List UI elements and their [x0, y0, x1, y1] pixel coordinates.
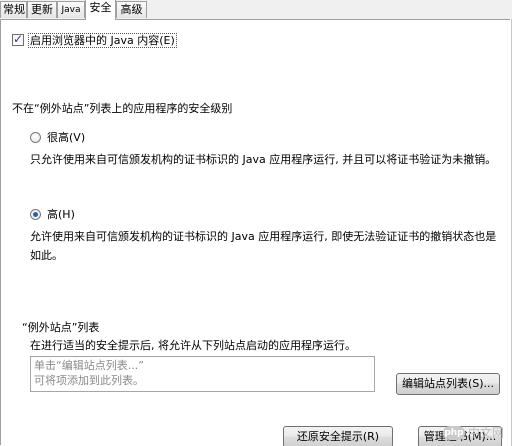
- tab-java[interactable]: Java: [57, 1, 85, 18]
- edit-site-list-button[interactable]: 编辑站点列表(S)...: [396, 373, 500, 395]
- tab-security[interactable]: 安全: [85, 0, 116, 20]
- tab-general[interactable]: 常规: [0, 1, 27, 18]
- tab-strip: 常规 更新 Java 安全 高级: [0, 0, 512, 20]
- restore-security-prompts-button[interactable]: 还原安全提示(R): [283, 426, 393, 446]
- radio-very-high-label[interactable]: 很高(V): [47, 129, 85, 145]
- radio-high-label[interactable]: 高(H): [47, 206, 75, 222]
- watermark: php 中文网: [442, 424, 504, 441]
- list-hint-line-1: 单击“编辑站点列表...”: [34, 359, 144, 372]
- enable-java-checkbox[interactable]: ✓: [12, 32, 24, 46]
- exception-sites-heading: “例外站点”列表: [22, 321, 100, 334]
- enable-java-label[interactable]: 启用浏览器中的 Java 内容(E): [28, 32, 177, 48]
- radio-high[interactable]: [30, 208, 41, 220]
- radio-very-high[interactable]: [30, 131, 41, 143]
- radio-very-high-row[interactable]: 很高(V): [30, 130, 85, 144]
- java-control-panel-window: 常规 更新 Java 安全 高级 ✓ 启用浏览器中的 Java 内容(E) 不在…: [0, 0, 512, 446]
- high-description: 允许使用来自可信颁发机构的证书标识的 Java 应用程序运行, 即使无法验证证书…: [30, 230, 497, 262]
- tab-advanced[interactable]: 高级: [116, 1, 147, 18]
- security-level-heading: 不在“例外站点”列表上的应用程序的安全级别: [12, 102, 233, 115]
- exception-sites-list[interactable]: 单击“编辑站点列表...” 可将项添加到此列表。: [30, 356, 375, 392]
- exception-sites-description: 在进行适当的安全提示后, 将允许从下列站点启动的应用程序运行。: [30, 339, 356, 352]
- tab-update[interactable]: 更新: [27, 1, 57, 18]
- checkmark-icon: ✓: [13, 32, 24, 46]
- watermark-text: 中文网: [467, 426, 504, 440]
- php-logo-icon: php: [442, 425, 465, 440]
- radio-high-row[interactable]: 高(H): [30, 207, 75, 221]
- very-high-description: 只允许使用来自可信颁发机构的证书标识的 Java 应用程序运行, 并且可以将证书…: [30, 153, 497, 166]
- enable-java-checkbox-row[interactable]: ✓ 启用浏览器中的 Java 内容(E): [12, 32, 177, 48]
- list-hint-line-2: 可将项添加到此列表。: [34, 374, 144, 387]
